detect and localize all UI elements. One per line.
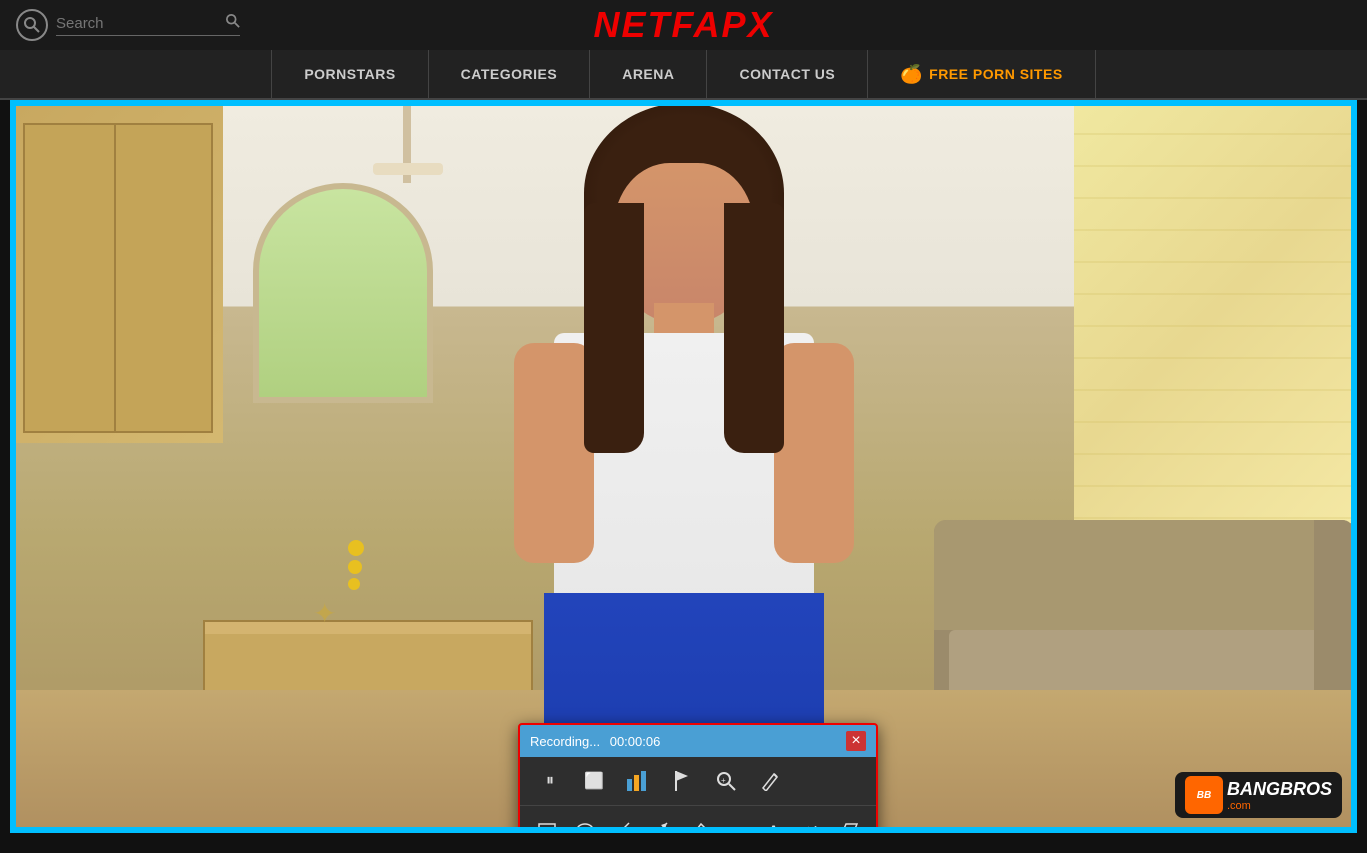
ellipse-tool[interactable]	[566, 812, 604, 830]
svg-text:+: +	[721, 776, 726, 785]
ceiling-light	[373, 163, 443, 175]
toolbar-close-button[interactable]: ×	[846, 731, 866, 751]
arrow-tool[interactable]	[641, 812, 679, 830]
search-input[interactable]	[56, 15, 226, 32]
recording-status: Recording... 00:00:06	[530, 734, 660, 749]
nav-item-pornstars[interactable]: PORNSTARS	[271, 49, 428, 99]
line-tool[interactable]	[604, 812, 642, 830]
draw-button[interactable]	[748, 763, 792, 799]
text-tool[interactable]: A	[755, 812, 793, 830]
rectangle-tool[interactable]	[528, 812, 566, 830]
zoom-button[interactable]: +	[704, 763, 748, 799]
highlighter-tool[interactable]	[717, 812, 755, 830]
bangbros-name: BANGBROS	[1227, 779, 1332, 799]
nav-item-contact[interactable]: CONTACT US	[707, 49, 868, 99]
main-nav: PORNSTARS CATEGORIES ARENA CONTACT US 🍊 …	[0, 50, 1367, 100]
pen-tool[interactable]	[679, 812, 717, 830]
search-input-wrap[interactable]	[56, 14, 240, 36]
eraser-tool[interactable]	[830, 812, 868, 830]
free-sites-label: FREE PORN SITES	[929, 66, 1063, 82]
toolbar-title-bar: Recording... 00:00:06 ×	[520, 725, 876, 757]
bangbros-suffix: .com	[1227, 800, 1332, 812]
kitchen-upper-cabinets	[13, 103, 223, 443]
counter-island	[203, 620, 533, 700]
site-logo[interactable]: NETFAPX	[593, 4, 773, 46]
fire-icon: 🍊	[900, 64, 923, 85]
search-area	[16, 9, 240, 41]
search-icon	[16, 9, 48, 41]
stats-button[interactable]	[616, 763, 660, 799]
search-submit-button[interactable]	[226, 14, 240, 33]
recording-title-text: Recording...	[530, 734, 600, 749]
recording-toolbar: Recording... 00:00:06 × ⏸ ⬜ +	[518, 723, 878, 830]
flag-button[interactable]	[660, 763, 704, 799]
nav-item-categories[interactable]: CATEGORIES	[429, 49, 591, 99]
curtain-right	[1074, 103, 1354, 523]
window-arch	[253, 183, 433, 403]
toolbar-row-2: A ↩	[520, 806, 876, 830]
toolbar-row-1: ⏸ ⬜ +	[520, 757, 876, 806]
video-player[interactable]: ✦ Recording... 00:00:06 × ⏸ ⬜	[10, 100, 1357, 833]
undo-button[interactable]: ↩	[792, 812, 830, 830]
recording-timer: 00:00:06	[610, 734, 661, 749]
stop-button[interactable]: ⬜	[572, 763, 616, 799]
yellow-balls	[348, 540, 364, 590]
person	[494, 103, 874, 830]
bangbros-watermark: BB BANGBROS .com	[1175, 772, 1342, 818]
pause-button[interactable]: ⏸	[528, 763, 572, 799]
star-ornament: ✦	[313, 597, 336, 630]
nav-item-arena[interactable]: ARENA	[590, 49, 707, 99]
header: NETFAPX	[0, 0, 1367, 50]
nav-item-free-sites[interactable]: 🍊 FREE PORN SITES	[868, 49, 1095, 99]
video-background: ✦ Recording... 00:00:06 × ⏸ ⬜	[13, 103, 1354, 830]
